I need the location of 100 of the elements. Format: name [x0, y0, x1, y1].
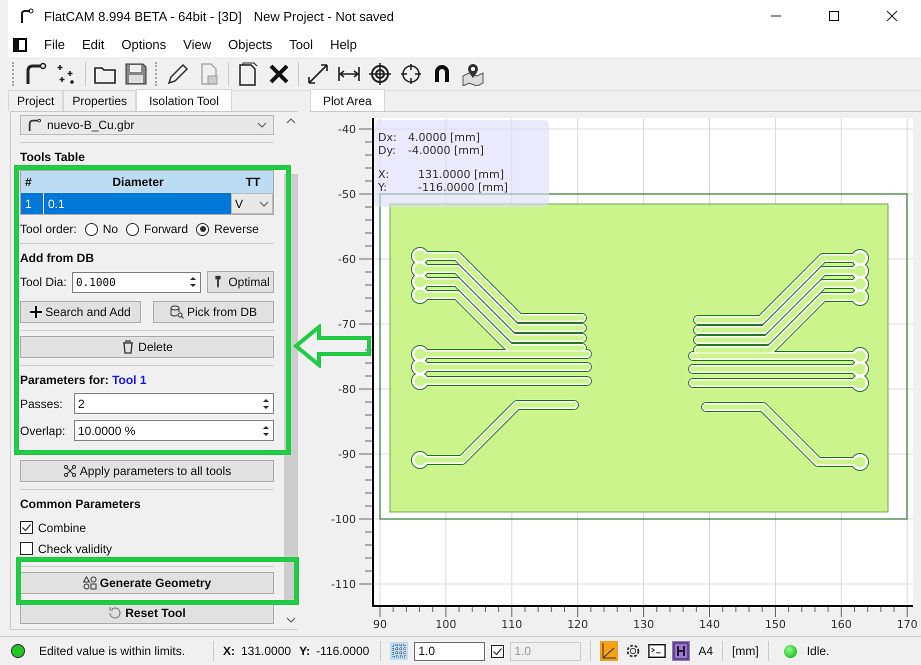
- cursor-info-value: -116.0000 [mm]: [418, 181, 508, 194]
- coordinate-value: 131.0000: [241, 644, 292, 658]
- maximize-icon[interactable]: [828, 10, 840, 22]
- resize-icon[interactable]: [306, 62, 330, 86]
- grid-x-field[interactable]: 1.0: [414, 642, 486, 660]
- app-state: Idle.: [806, 644, 830, 658]
- tool-dia-field[interactable]: 0.1000: [72, 272, 201, 292]
- chevron-up-icon: [286, 118, 296, 124]
- panel-tab[interactable]: Isolation Tool: [136, 89, 232, 111]
- chevron-down-icon: [286, 617, 296, 623]
- axis-icon[interactable]: [600, 641, 618, 661]
- field-label: Overlap:: [20, 424, 66, 438]
- coordinate-label: Y:: [299, 644, 310, 658]
- optimal-button[interactable]: Optimal: [207, 271, 274, 293]
- section-title: Parameters for: Tool 1: [20, 373, 148, 387]
- paper-size: A4: [698, 644, 714, 658]
- cursor-info-value: 131.0000 [mm]: [418, 168, 504, 181]
- pick-from-db-button[interactable]: Pick from DB: [153, 301, 274, 323]
- terminal-icon[interactable]: [648, 641, 666, 661]
- cursor-info-label: Dy:: [378, 144, 396, 157]
- axis-tick-label: 100: [435, 618, 456, 631]
- panel-toggle-icon[interactable]: [13, 38, 27, 52]
- plus-icon: [30, 306, 42, 318]
- window-title: FlatCAM 8.994 BETA - 64bit - [3D]: [44, 8, 242, 24]
- field-label: Tool Dia:: [20, 275, 66, 289]
- app-icon: [18, 8, 34, 24]
- axis-tick-label: -100: [331, 513, 356, 526]
- axis-tick-label: -70: [338, 318, 356, 331]
- axis-tick-label: -60: [338, 253, 356, 266]
- apply-parameters-button[interactable]: Apply parameters to all tools: [20, 460, 274, 482]
- checkbox-option[interactable]: Combine: [20, 517, 86, 538]
- tool-name: Tool 1: [112, 373, 147, 387]
- table-cell-text: 1: [24, 196, 33, 210]
- column-header: Diameter: [111, 175, 165, 189]
- units-label: [mm]: [732, 644, 759, 658]
- h-letter-icon[interactable]: [672, 641, 690, 661]
- delete-button[interactable]: Delete: [20, 336, 274, 358]
- axis-tick-label: 160: [830, 618, 852, 631]
- shapes-icon: [82, 576, 97, 590]
- menu-item[interactable]: Objects: [228, 37, 272, 52]
- axis-tick-label: -90: [338, 448, 356, 461]
- radio-option[interactable]: No: [84, 222, 118, 236]
- column-header: #: [24, 175, 33, 189]
- target-icon[interactable]: [368, 62, 392, 86]
- field-label: Tool order:: [20, 222, 77, 236]
- axis-tick-label: 110: [501, 618, 522, 631]
- grid-snap-icon[interactable]: [390, 642, 408, 660]
- spin-arrows-icon: [188, 274, 198, 290]
- status-led-icon: [784, 644, 797, 658]
- radio-option[interactable]: Forward: [126, 222, 188, 236]
- chevron-down-icon: [259, 200, 269, 206]
- parameter-field[interactable]: 10.0000 %: [74, 420, 274, 441]
- panel-tab[interactable]: Project: [8, 90, 64, 111]
- cursor-info-label: X:: [378, 168, 390, 181]
- trash-icon: [121, 340, 136, 354]
- chevron-down-icon: [257, 122, 267, 128]
- menu-item[interactable]: View: [183, 37, 212, 52]
- table-row[interactable]: 1 0.1 V: [21, 193, 273, 214]
- database-search-icon: [170, 305, 184, 319]
- generate-geometry-button[interactable]: Generate Geometry: [20, 572, 274, 594]
- menu-item[interactable]: Edit: [82, 37, 104, 52]
- section-title: Common Parameters: [20, 497, 142, 511]
- radio-option[interactable]: Reverse: [196, 222, 259, 236]
- menu-item[interactable]: Options: [121, 37, 166, 52]
- checkbox-option[interactable]: Check validity: [20, 538, 112, 559]
- search-and-add-button[interactable]: Search and Add: [20, 301, 141, 323]
- close-icon[interactable]: [886, 10, 898, 22]
- status-dot-icon: [11, 644, 25, 658]
- panel-tab[interactable]: Properties: [63, 90, 136, 111]
- status-message: Edited value is within limits.: [39, 644, 186, 658]
- cursor-info-label: Y:: [378, 181, 387, 194]
- save-icon[interactable]: [124, 62, 148, 86]
- cursor-info-value: 4.0000 [mm]: [408, 131, 480, 144]
- section-title: Tools Table: [20, 150, 86, 164]
- cursor-info-value: -4.0000 [mm]: [408, 144, 484, 157]
- checkbox-icon[interactable]: [491, 644, 504, 658]
- axis-tick-label: 130: [633, 618, 654, 631]
- menu-item[interactable]: Help: [330, 37, 357, 52]
- axis-tick-label: -110: [331, 578, 356, 591]
- coordinate-value: -116.0000: [316, 644, 370, 658]
- axis-tick-label: 150: [764, 618, 786, 631]
- axis-tick-label: -80: [338, 383, 356, 396]
- coordinate-label: X:: [223, 644, 235, 658]
- column-header: TT: [244, 175, 262, 189]
- delete-icon[interactable]: [267, 62, 291, 86]
- tool-type-dropdown[interactable]: V: [231, 193, 273, 214]
- section-title: Add from DB: [20, 251, 95, 265]
- reset-icon: [108, 606, 122, 620]
- axis-tick-label: -40: [338, 123, 356, 136]
- crosshair-icon[interactable]: [399, 62, 423, 86]
- axis-tick-label: -50: [338, 188, 356, 201]
- object-dropdown[interactable]: nuevo-B_Cu.gbr: [20, 115, 274, 135]
- field-label: Passes:: [20, 396, 64, 410]
- plot-tab[interactable]: Plot Area: [310, 89, 385, 111]
- axis-tick-label: 90: [373, 618, 387, 631]
- map-pin-icon[interactable]: [461, 62, 485, 86]
- pencil-icon[interactable]: [166, 62, 190, 86]
- parameter-field[interactable]: 2: [74, 393, 274, 414]
- menu-item[interactable]: File: [44, 37, 65, 52]
- menu-item[interactable]: Tool: [289, 37, 314, 52]
